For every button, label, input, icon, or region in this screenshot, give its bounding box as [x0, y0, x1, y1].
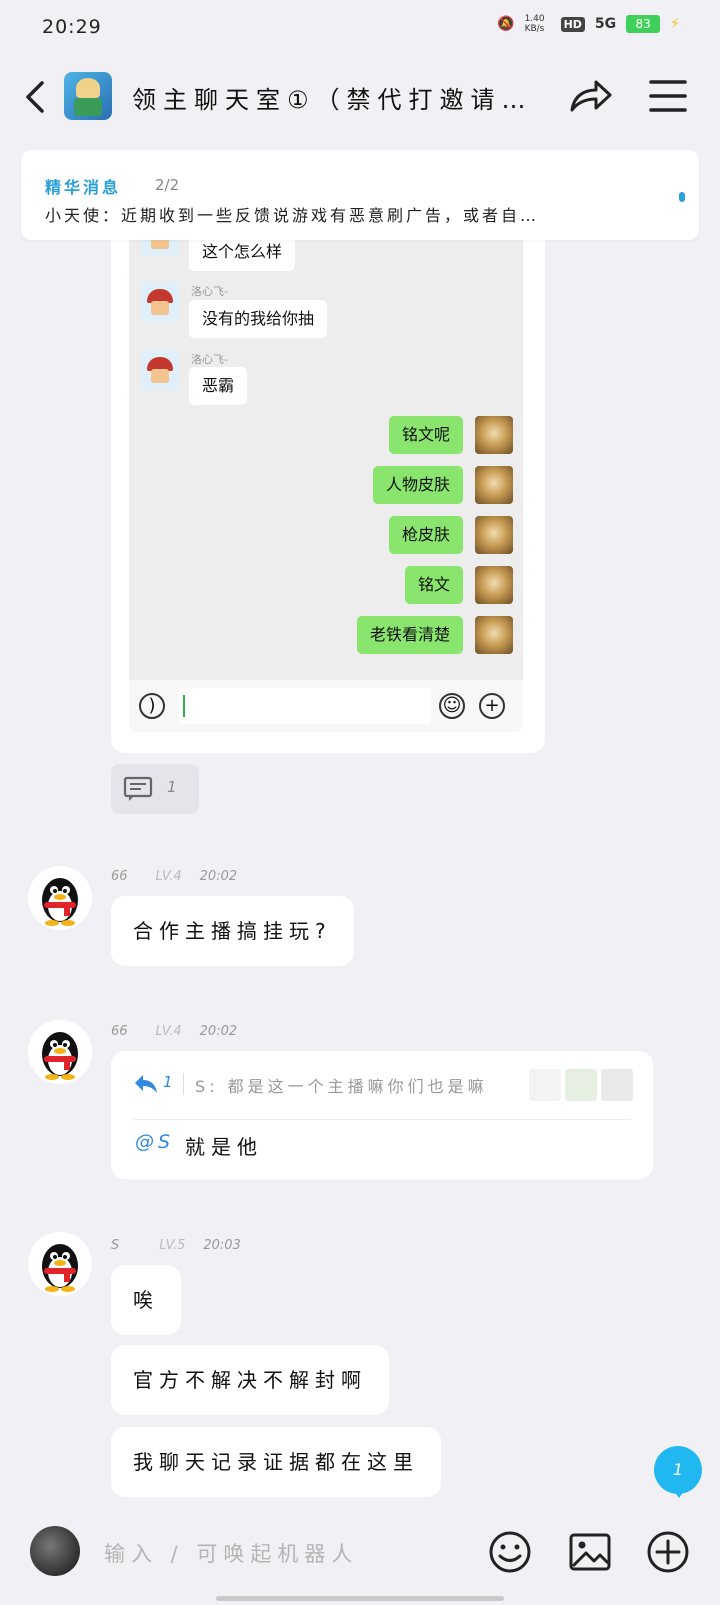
mention[interactable]: @S	[135, 1131, 174, 1153]
quoted-thumbnail	[529, 1069, 561, 1101]
comment-icon	[123, 776, 153, 801]
group-title[interactable]: 领主聊天室①（禁代打邀请…	[132, 80, 552, 115]
plus-icon[interactable]	[646, 1530, 690, 1574]
level-badge: LV.4	[155, 1024, 182, 1039]
avatar	[475, 416, 513, 454]
message-bubble-green: 老铁看清楚	[356, 616, 463, 654]
pinned-text: 小天使：近期收到一些反馈说游戏有恶意刷广告，或者自…	[45, 206, 540, 225]
pinned-count: 2/2	[155, 176, 180, 194]
my-avatar[interactable]	[30, 1526, 80, 1576]
message-bubble[interactable]: 我聊天记录证据都在这里	[111, 1427, 441, 1497]
message-bubble: 没有的我给你抽	[189, 300, 328, 338]
penguin-icon	[42, 1244, 78, 1292]
nickname: 洛心飞-	[191, 285, 228, 298]
net-speed: 1.40 KB/s	[524, 14, 545, 34]
message-bubble[interactable]: 合作主播搞挂玩?	[111, 896, 354, 966]
message-meta: S LV.5 20:03	[111, 1238, 241, 1253]
pinned-label: 精华消息	[45, 178, 122, 197]
message-meta: 66 LV.4 20:02	[111, 1024, 237, 1039]
quoted-thumbnail	[565, 1069, 597, 1101]
message-time: 20:02	[199, 869, 238, 884]
message-bubble-green: 铭文	[404, 566, 463, 604]
screenshot-image-message[interactable]: 这个怎么样 洛心飞- 没有的我给你抽 洛心飞- 恶霸 铭文呢 人物皮肤 枪皮肤 …	[111, 217, 545, 753]
comment-count: 1	[167, 778, 177, 796]
avatar[interactable]	[28, 866, 92, 930]
share-icon[interactable]	[568, 76, 614, 116]
battery-icon: 83	[626, 15, 661, 33]
emoji-icon: ☺	[439, 693, 465, 719]
charging-icon: ⚡	[670, 16, 680, 32]
sender-name: S	[111, 1238, 120, 1253]
voice-icon: )	[139, 693, 165, 719]
avatar[interactable]	[28, 1232, 92, 1296]
status-icons: 🔕 1.40 KB/s HD 5G 83 ⚡	[497, 14, 680, 34]
image-icon[interactable]	[568, 1532, 612, 1572]
plus-icon: +	[479, 693, 505, 719]
cursor	[183, 695, 185, 717]
pinned-message-bar[interactable]: 精华消息 2/2 小天使：近期收到一些反馈说游戏有恶意刷广告，或者自…	[21, 150, 699, 240]
avatar[interactable]	[28, 1020, 92, 1084]
input-bar: 输入 / 可唤起机器人	[0, 1500, 720, 1605]
reply-count: 1	[163, 1073, 173, 1091]
avatar	[475, 616, 513, 654]
penguin-icon	[42, 1032, 78, 1080]
screenshot-chat-area: 这个怎么样 洛心飞- 没有的我给你抽 洛心飞- 恶霸 铭文呢 人物皮肤 枪皮肤 …	[129, 217, 523, 680]
chat-header: 领主聊天室①（禁代打邀请…	[0, 58, 720, 136]
level-badge: LV.4	[155, 869, 182, 884]
screenshot-text-field	[179, 688, 431, 724]
new-message-fab[interactable]: 1	[654, 1446, 702, 1494]
message-bubble: 恶霸	[189, 367, 248, 405]
quoted-text: S: 都是这一个主播嘛你们也是嘛	[195, 1077, 488, 1096]
avatar	[141, 283, 179, 321]
avatar	[141, 351, 179, 389]
fab-pointer	[672, 1488, 686, 1498]
reply-icon	[135, 1075, 157, 1093]
back-icon[interactable]	[22, 80, 52, 114]
message-text: 就是他	[185, 1135, 263, 1159]
message-input[interactable]: 输入 / 可唤起机器人	[104, 1538, 358, 1568]
status-time: 20:29	[42, 16, 102, 38]
level-badge: LV.5	[159, 1238, 186, 1253]
sender-name: 66	[111, 869, 128, 884]
emoji-icon[interactable]	[488, 1530, 532, 1574]
quoted-thumbnail	[601, 1069, 633, 1101]
signal-icon: 5G	[594, 16, 617, 32]
message-bubble[interactable]: 唉	[111, 1265, 181, 1335]
reply-thread-chip[interactable]: 1	[111, 764, 199, 814]
message-time: 20:02	[199, 1024, 238, 1039]
screenshot-input-bar: ) ☺ +	[129, 680, 523, 732]
mute-icon: 🔕	[497, 16, 515, 32]
avatar	[475, 516, 513, 554]
pinned-scroll-indicator	[679, 192, 685, 202]
reply-message-bubble[interactable]: 1 S: 都是这一个主播嘛你们也是嘛 @S 就是他	[111, 1051, 653, 1179]
message-bubble-green: 铭文呢	[388, 416, 463, 454]
menu-icon[interactable]	[648, 78, 688, 114]
avatar	[475, 566, 513, 604]
status-bar: 20:29 🔕 1.40 KB/s HD 5G 83 ⚡	[0, 0, 720, 58]
hd-badge: HD	[560, 16, 585, 32]
message-time: 20:03	[203, 1238, 241, 1253]
avatar	[475, 466, 513, 504]
message-bubble[interactable]: 官方不解决不解封啊	[111, 1345, 389, 1415]
penguin-icon	[42, 878, 78, 926]
message-bubble-green: 枪皮肤	[388, 516, 463, 554]
group-avatar[interactable]	[64, 72, 112, 120]
sender-name: 66	[111, 1024, 128, 1039]
home-indicator[interactable]	[216, 1596, 504, 1601]
message-bubble-green: 人物皮肤	[372, 466, 463, 504]
message-meta: 66 LV.4 20:02	[111, 869, 237, 884]
nickname: 洛心飞-	[191, 353, 228, 366]
